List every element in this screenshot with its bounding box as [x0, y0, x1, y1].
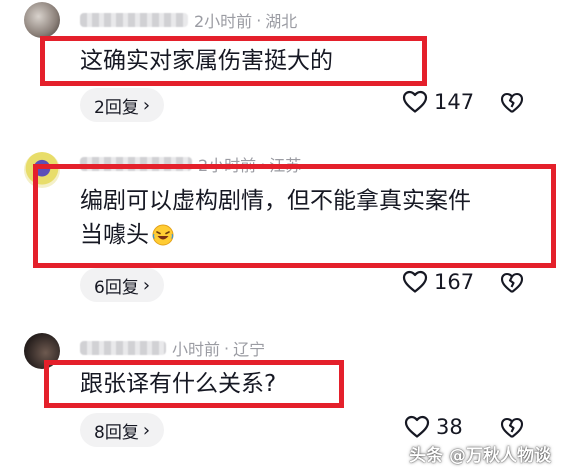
like-count: 147: [434, 90, 475, 114]
comment-location: 湖北: [265, 12, 298, 31]
like-button[interactable]: 147: [402, 90, 474, 114]
reply-label: 2回复: [94, 97, 139, 118]
chevron-right-icon: ›: [142, 274, 151, 296]
broken-heart-icon: [500, 272, 524, 293]
chevron-right-icon: ›: [142, 419, 151, 441]
meta-separator: ·: [224, 338, 230, 358]
like-button[interactable]: 167: [402, 270, 474, 294]
broken-heart-icon: [500, 417, 524, 438]
like-count: 167: [434, 270, 475, 294]
username-blurred[interactable]: [80, 341, 166, 355]
comment-text-line: 编剧可以虚构剧情，但不能拿真实案件: [80, 188, 471, 214]
comment-time: 小时前: [172, 340, 221, 359]
dislike-button[interactable]: [500, 92, 524, 118]
heart-icon: [402, 90, 428, 113]
comment-meta: 小时前 · 辽宁: [80, 336, 265, 360]
reply-button[interactable]: 6回复 ›: [80, 268, 165, 302]
meta-separator: ·: [256, 10, 262, 30]
watermark: 头条 @万秋人物谈: [409, 446, 551, 466]
reply-button[interactable]: 2回复 ›: [80, 88, 165, 122]
dislike-button[interactable]: [500, 417, 524, 443]
avatar[interactable]: [24, 2, 60, 38]
like-count: 38: [436, 415, 463, 439]
comment-text: 编剧可以虚构剧情，但不能拿真实案件 当噱头: [80, 184, 471, 252]
comment-text: 这确实对家属伤害挺大的: [80, 48, 333, 74]
reply-button[interactable]: 8回复 ›: [80, 413, 165, 447]
reply-label: 8回复: [94, 422, 139, 443]
chevron-right-icon: ›: [142, 94, 151, 116]
comment-time: 2小时前: [194, 12, 253, 31]
like-button[interactable]: 38: [404, 415, 463, 439]
dislike-button[interactable]: [500, 272, 524, 298]
heart-icon: [402, 270, 428, 293]
heart-icon: [404, 415, 430, 438]
username-blurred[interactable]: [80, 13, 188, 27]
broken-heart-icon: [500, 92, 524, 113]
comment-text: 跟张译有什么关系?: [80, 371, 277, 397]
comment-location: 辽宁: [233, 340, 266, 359]
laugh-cry-emoji: [152, 224, 174, 246]
comment-meta: 2小时前 · 湖北: [80, 8, 297, 32]
reply-label: 6回复: [94, 277, 139, 298]
comment-text-line: 当噱头: [80, 218, 471, 252]
comment-text-tail: 当噱头: [80, 222, 149, 248]
